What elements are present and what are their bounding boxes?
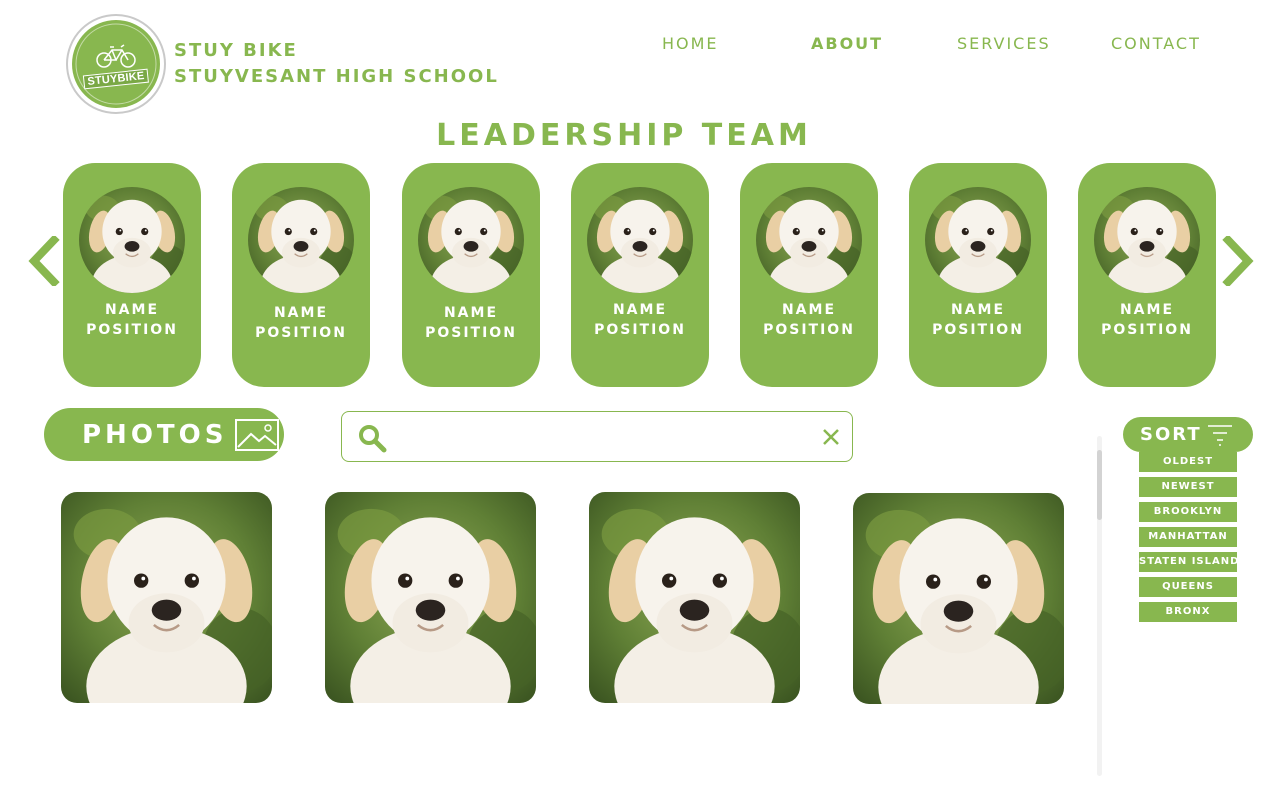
leader-card[interactable]: NAME POSITION bbox=[232, 163, 370, 387]
leader-position: POSITION bbox=[763, 322, 855, 338]
leader-position: POSITION bbox=[255, 325, 347, 341]
filter-icon bbox=[1208, 425, 1232, 446]
site-title-line2: STUYVESANT HIGH SCHOOL bbox=[174, 66, 499, 87]
sort-option-manhattan[interactable]: MANHATTAN bbox=[1139, 527, 1237, 547]
search-bar[interactable] bbox=[341, 411, 853, 462]
leadership-title: LEADERSHIP TEAM bbox=[436, 118, 812, 153]
bicycle-icon bbox=[75, 23, 157, 105]
scrollbar-thumb[interactable] bbox=[1097, 450, 1102, 520]
leader-name: NAME bbox=[612, 302, 668, 318]
image-icon bbox=[235, 418, 280, 451]
site-title-line1: STUY BIKE bbox=[174, 40, 298, 61]
sort-option-oldest[interactable]: OLDEST bbox=[1139, 452, 1237, 472]
leader-photo bbox=[1094, 187, 1200, 293]
sort-option-bronx[interactable]: BRONX bbox=[1139, 602, 1237, 622]
chevron-right-icon[interactable] bbox=[1222, 236, 1256, 286]
sort-button[interactable]: SORT bbox=[1123, 417, 1253, 452]
site-title: STUY BIKE STUYVESANT HIGH SCHOOL bbox=[174, 38, 499, 90]
sort-option-newest[interactable]: NEWEST bbox=[1139, 477, 1237, 497]
leader-photo bbox=[925, 187, 1031, 293]
leader-photo bbox=[248, 187, 354, 293]
leader-name: NAME bbox=[781, 302, 837, 318]
nav-contact[interactable]: CONTACT bbox=[1111, 34, 1201, 53]
gallery-photo[interactable] bbox=[61, 492, 272, 703]
leader-card[interactable]: NAME POSITION bbox=[909, 163, 1047, 387]
chevron-left-icon[interactable] bbox=[26, 236, 60, 286]
sort-label: SORT bbox=[1140, 424, 1202, 445]
close-icon[interactable] bbox=[822, 428, 840, 446]
leader-position: POSITION bbox=[932, 322, 1024, 338]
sort-option-staten-island[interactable]: STATEN ISLAND bbox=[1139, 552, 1238, 572]
leader-name: NAME bbox=[273, 305, 329, 321]
logo-badge: STUYBIKE bbox=[72, 20, 160, 108]
photos-button[interactable]: PHOTOS bbox=[44, 408, 284, 461]
leader-card[interactable]: NAME POSITION bbox=[402, 163, 540, 387]
leader-card[interactable]: NAME POSITION bbox=[63, 163, 201, 387]
sort-option-brooklyn[interactable]: BROOKLYN bbox=[1139, 502, 1237, 522]
nav-about[interactable]: ABOUT bbox=[811, 34, 883, 53]
gallery-photo[interactable] bbox=[589, 492, 800, 703]
nav-services[interactable]: SERVICES bbox=[957, 34, 1051, 53]
leader-position: POSITION bbox=[425, 325, 517, 341]
leader-position: POSITION bbox=[86, 322, 178, 338]
leader-card[interactable]: NAME POSITION bbox=[740, 163, 878, 387]
search-icon[interactable] bbox=[357, 423, 387, 453]
leader-position: POSITION bbox=[1101, 322, 1193, 338]
sort-option-queens[interactable]: QUEENS bbox=[1139, 577, 1237, 597]
leader-photo bbox=[79, 187, 185, 293]
leader-photo bbox=[418, 187, 524, 293]
leader-name: NAME bbox=[104, 302, 160, 318]
leader-photo bbox=[756, 187, 862, 293]
leader-photo bbox=[587, 187, 693, 293]
leader-name: NAME bbox=[950, 302, 1006, 318]
gallery-photo[interactable] bbox=[853, 493, 1064, 704]
leader-position: POSITION bbox=[594, 322, 686, 338]
leader-name: NAME bbox=[1119, 302, 1175, 318]
logo[interactable]: STUYBIKE bbox=[66, 14, 166, 114]
gallery-photo[interactable] bbox=[325, 492, 536, 703]
leader-name: NAME bbox=[443, 305, 499, 321]
leader-card[interactable]: NAME POSITION bbox=[1078, 163, 1216, 387]
nav-home[interactable]: HOME bbox=[662, 34, 719, 53]
leader-card[interactable]: NAME POSITION bbox=[571, 163, 709, 387]
search-input[interactable] bbox=[400, 420, 810, 454]
photos-label: PHOTOS bbox=[82, 419, 228, 450]
